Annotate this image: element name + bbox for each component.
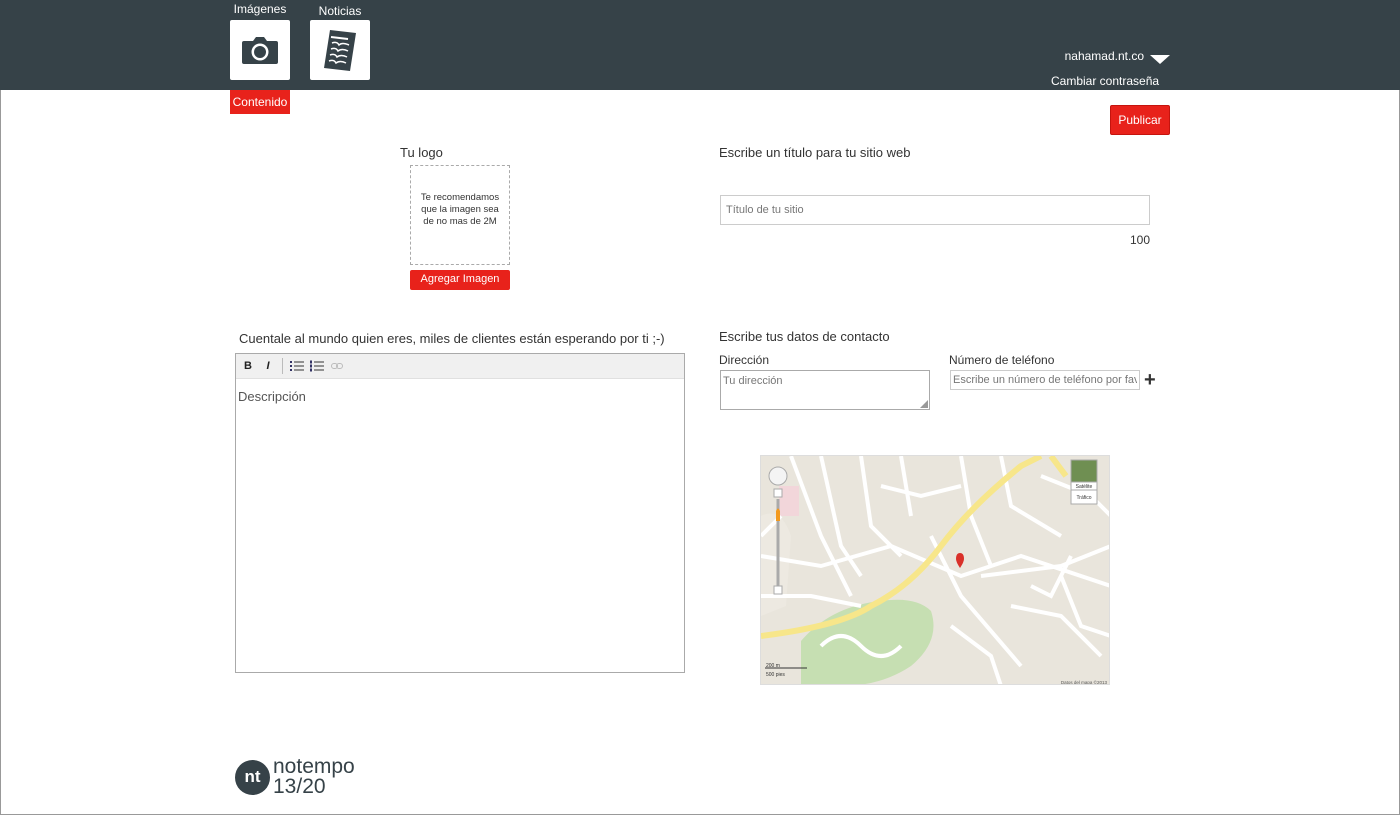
top-bar [0, 0, 1400, 90]
bullet-list-icon [290, 361, 304, 371]
nav-news[interactable]: Noticias [310, 0, 370, 80]
map-layer-satellite[interactable]: Satélite [1076, 484, 1093, 490]
rich-text-editor[interactable]: B I Descripción [235, 353, 685, 673]
pegman-icon[interactable] [776, 508, 780, 522]
contact-heading: Escribe tus datos de contacto [719, 329, 890, 344]
map-pan-control[interactable] [768, 466, 788, 486]
add-image-button[interactable]: Agregar Imagen [410, 270, 510, 290]
phone-field[interactable] [950, 370, 1140, 390]
description-textarea[interactable]: Descripción [236, 379, 684, 414]
logo-section-title: Tu logo [400, 145, 443, 160]
site-title-input[interactable] [720, 195, 1150, 225]
satellite-thumbnail[interactable] [1070, 459, 1098, 483]
link-icon [331, 363, 343, 369]
notempo-mark: nt [235, 759, 270, 795]
editor-toolbar: B I [236, 354, 684, 379]
phone-label: Número de teléfono [949, 353, 1055, 367]
map-zoom-in-button[interactable] [773, 488, 783, 498]
nav-images-tile[interactable] [230, 20, 290, 80]
change-password-link[interactable]: Cambiar contraseña [1051, 74, 1159, 88]
location-map[interactable]: Satélite Tráfico 200 m 500 pies Datos de… [760, 455, 1110, 685]
map-scale-imperial: 500 pies [766, 672, 785, 678]
nav-news-label: Noticias [318, 4, 362, 18]
address-label: Dirección [719, 353, 770, 367]
notempo-mark-text: nt [244, 767, 261, 786]
map-attribution: Datos del mapa ©2013 [1061, 679, 1108, 685]
user-menu-arrow-icon[interactable] [1150, 55, 1170, 64]
char-counter: 100 [1129, 233, 1150, 247]
nav-images-label: Imágenes [233, 2, 287, 16]
add-phone-icon[interactable]: + [1144, 370, 1156, 390]
page-frame [0, 0, 1400, 815]
logo-hint-text: Te recomendamos que la imagen sea de no … [420, 192, 500, 227]
brand-name: notempo [273, 755, 355, 778]
news-document-icon [324, 30, 356, 71]
nav-news-tile[interactable] [310, 20, 370, 80]
brand-wordmark: notempo 13/20 [273, 755, 355, 798]
site-title-heading: Escribe un título para tu sitio web [719, 145, 911, 160]
toolbar-divider [282, 358, 283, 374]
user-account-name[interactable]: nahamad.nt.co [1065, 49, 1144, 63]
map-canvas: Satélite Tráfico 200 m 500 pies Datos de… [761, 456, 1109, 685]
link-button[interactable] [329, 358, 345, 374]
map-scale-metric: 200 m [766, 663, 780, 669]
footer-logo: nt notempo 13/20 [235, 755, 355, 798]
numbered-list-icon [310, 360, 324, 372]
camera-icon [242, 37, 278, 64]
description-heading: Cuentale al mundo quien eres, miles de c… [239, 331, 665, 346]
logo-dropzone[interactable]: Te recomendamos que la imagen sea de no … [410, 165, 510, 265]
bold-button[interactable]: B [240, 358, 256, 374]
map-layer-traffic[interactable]: Tráfico [1076, 495, 1091, 501]
address-field[interactable] [720, 370, 930, 410]
numbered-list-button[interactable] [309, 358, 325, 374]
resize-grip-icon[interactable] [920, 400, 928, 408]
map-zoom-out-button[interactable] [773, 585, 783, 595]
brand-subtitle: 13/20 [273, 775, 326, 798]
publish-button[interactable]: Publicar [1110, 105, 1170, 135]
nav-images[interactable]: Imágenes [230, 0, 290, 80]
bullet-list-button[interactable] [289, 358, 305, 374]
italic-button[interactable]: I [260, 358, 276, 374]
tab-content[interactable]: Contenido [230, 90, 290, 114]
